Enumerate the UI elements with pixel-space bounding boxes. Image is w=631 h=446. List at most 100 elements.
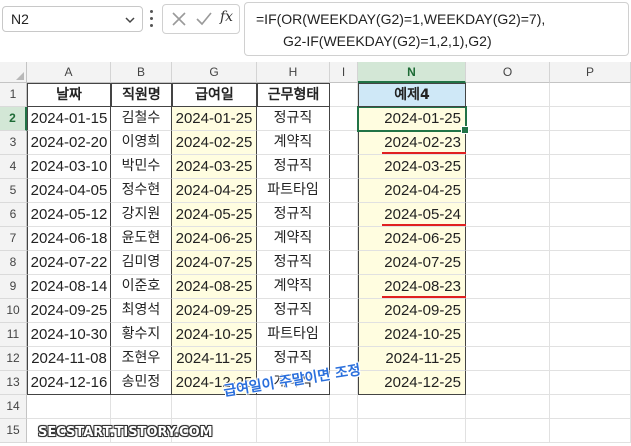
row-header-4[interactable]: 4 <box>0 155 27 179</box>
row-header-6[interactable]: 6 <box>0 203 27 227</box>
grid-cell[interactable] <box>358 395 466 419</box>
formula-input[interactable]: =IF(OR(WEEKDAY(G2)=1,WEEKDAY(G2)=7), G2-… <box>244 2 629 56</box>
cell-a-5[interactable]: 2024-04-05 <box>27 179 111 203</box>
grid-cell[interactable] <box>257 419 330 443</box>
cell-g-10[interactable]: 2024-09-25 <box>172 299 257 323</box>
cell-g-6[interactable]: 2024-05-25 <box>172 203 257 227</box>
cell-h-3[interactable]: 계약직 <box>257 131 330 155</box>
row-header-9[interactable]: 9 <box>0 275 27 299</box>
grid-cell[interactable] <box>550 323 631 347</box>
grid-cell[interactable] <box>330 299 358 323</box>
cell-a-8[interactable]: 2024-07-22 <box>27 251 111 275</box>
cell-g-11[interactable]: 2024-10-25 <box>172 323 257 347</box>
grid-cell[interactable] <box>550 83 631 107</box>
grid-cell[interactable] <box>550 203 631 227</box>
cell-h-11[interactable]: 파트타임 <box>257 323 330 347</box>
header-cell-a[interactable]: 날짜 <box>27 83 111 107</box>
grid-cell[interactable] <box>330 275 358 299</box>
cell-b-10[interactable]: 최영석 <box>111 299 172 323</box>
grid-cell[interactable] <box>550 419 631 443</box>
column-header-b[interactable]: B <box>111 62 172 83</box>
grid-cell[interactable] <box>466 419 550 443</box>
close-icon[interactable] <box>171 11 187 27</box>
cell-n-7[interactable]: 2024-06-25 <box>358 227 466 251</box>
grid-cell[interactable] <box>330 83 358 107</box>
cell-h-2[interactable]: 정규직 <box>257 107 330 131</box>
header-cell-n[interactable]: 예제4 <box>358 83 466 107</box>
grid-cell[interactable] <box>466 227 550 251</box>
row-header-11[interactable]: 11 <box>0 323 27 347</box>
cell-b-9[interactable]: 이준호 <box>111 275 172 299</box>
column-header-g[interactable]: G <box>172 62 257 83</box>
grid-cell[interactable] <box>330 155 358 179</box>
grid-cell[interactable] <box>550 179 631 203</box>
header-cell-h[interactable]: 근무형태 <box>257 83 330 107</box>
cell-n-2[interactable]: 2024-01-25 <box>358 107 466 131</box>
cell-h-10[interactable]: 정규직 <box>257 299 330 323</box>
column-header-o[interactable]: O <box>466 62 550 83</box>
cell-a-6[interactable]: 2024-05-12 <box>27 203 111 227</box>
grid-cell[interactable] <box>330 203 358 227</box>
cell-a-2[interactable]: 2024-01-15 <box>27 107 111 131</box>
column-header-a[interactable]: A <box>27 62 111 83</box>
column-header-h[interactable]: H <box>257 62 330 83</box>
grid-cell[interactable] <box>466 347 550 371</box>
row-header-2[interactable]: 2 <box>0 107 27 131</box>
grid-cell[interactable] <box>330 395 358 419</box>
cell-a-3[interactable]: 2024-02-20 <box>27 131 111 155</box>
grid-cell[interactable] <box>466 203 550 227</box>
grid-cell[interactable] <box>330 419 358 443</box>
row-header-10[interactable]: 10 <box>0 299 27 323</box>
cell-b-4[interactable]: 박민수 <box>111 155 172 179</box>
grid-cell[interactable] <box>550 155 631 179</box>
row-header-5[interactable]: 5 <box>0 179 27 203</box>
grid-cell[interactable] <box>330 107 358 131</box>
name-box[interactable]: N2 <box>2 6 143 32</box>
grid-cell[interactable] <box>550 131 631 155</box>
grid-cell[interactable] <box>466 395 550 419</box>
grid-cell[interactable] <box>466 131 550 155</box>
grid-cell[interactable] <box>550 347 631 371</box>
cell-h-4[interactable]: 정규직 <box>257 155 330 179</box>
cell-n-10[interactable]: 2024-09-25 <box>358 299 466 323</box>
grid-cell[interactable] <box>358 419 466 443</box>
grid-cell[interactable] <box>550 275 631 299</box>
grid-cell[interactable] <box>330 323 358 347</box>
cell-g-3[interactable]: 2024-02-25 <box>172 131 257 155</box>
cell-a-9[interactable]: 2024-08-14 <box>27 275 111 299</box>
grid-cell[interactable] <box>550 371 631 395</box>
grid-cell[interactable] <box>257 395 330 419</box>
grid-cell[interactable] <box>466 107 550 131</box>
row-header-13[interactable]: 13 <box>0 371 27 395</box>
column-header-p[interactable]: P <box>550 62 631 83</box>
cell-b-7[interactable]: 윤도현 <box>111 227 172 251</box>
grid-cell[interactable] <box>466 155 550 179</box>
cell-b-3[interactable]: 이영희 <box>111 131 172 155</box>
grid-cell[interactable] <box>466 83 550 107</box>
grid-cell[interactable] <box>172 395 257 419</box>
row-header-1[interactable]: 1 <box>0 83 27 107</box>
cell-g-5[interactable]: 2024-04-25 <box>172 179 257 203</box>
row-header-7[interactable]: 7 <box>0 227 27 251</box>
grid-cell[interactable] <box>330 131 358 155</box>
insert-function-icon[interactable]: fx <box>220 9 233 25</box>
cell-n-4[interactable]: 2024-03-25 <box>358 155 466 179</box>
worksheet-grid[interactable]: ABGHINOP 1 2 3 4 5 6 7 8 9 10 11 12 13 14 15 날짜 직원명 급여일 근… <box>0 62 631 446</box>
grid-cell[interactable] <box>111 395 172 419</box>
row-header-8[interactable]: 8 <box>0 251 27 275</box>
cell-n-13[interactable]: 2024-12-25 <box>358 371 466 395</box>
column-header-i[interactable]: I <box>330 62 358 83</box>
row-header-15[interactable]: 15 <box>0 419 27 443</box>
grid-cell[interactable] <box>466 371 550 395</box>
cell-b-2[interactable]: 김철수 <box>111 107 172 131</box>
cell-g-9[interactable]: 2024-08-25 <box>172 275 257 299</box>
cell-b-11[interactable]: 황수지 <box>111 323 172 347</box>
cell-a-10[interactable]: 2024-09-25 <box>27 299 111 323</box>
cell-a-11[interactable]: 2024-10-30 <box>27 323 111 347</box>
cell-n-12[interactable]: 2024-11-25 <box>358 347 466 371</box>
cell-n-5[interactable]: 2024-04-25 <box>358 179 466 203</box>
cell-g-12[interactable]: 2024-11-25 <box>172 347 257 371</box>
grid-cell[interactable] <box>27 395 111 419</box>
grid-cell[interactable] <box>550 251 631 275</box>
cell-a-7[interactable]: 2024-06-18 <box>27 227 111 251</box>
